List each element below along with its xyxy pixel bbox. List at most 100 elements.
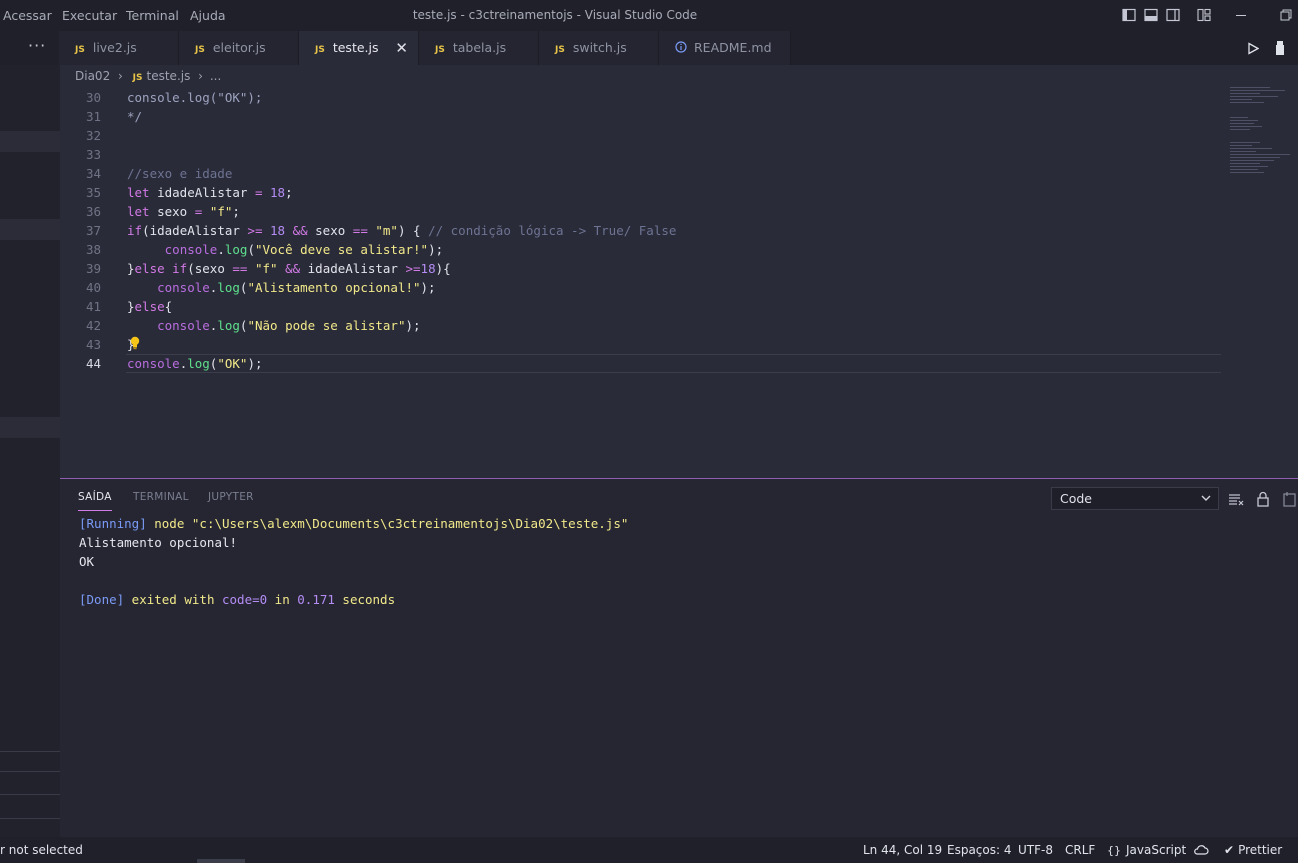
breadcrumb-symbol[interactable]: ... <box>210 69 221 83</box>
toggle-primary-sidebar-icon[interactable] <box>1122 8 1136 22</box>
line-number: 38 <box>85 242 101 257</box>
minimize-icon[interactable] <box>1234 8 1248 22</box>
toggle-secondary-sidebar-icon[interactable] <box>1166 8 1180 22</box>
status-indentation[interactable]: Espaços: 4 <box>947 837 1012 863</box>
toggle-panel-icon[interactable] <box>1144 8 1158 22</box>
output-channel-select[interactable]: Code <box>1051 487 1219 510</box>
minimap-line <box>1230 87 1270 88</box>
breadcrumb-folder[interactable]: Dia02 <box>75 69 110 83</box>
line-number: 34 <box>85 166 101 181</box>
status-cursor-position[interactable]: Ln 44, Col 19 <box>863 837 942 863</box>
code-token: ; <box>285 185 293 200</box>
lightbulb-icon[interactable] <box>129 336 141 350</box>
code-token: console <box>164 242 218 257</box>
line-number: 33 <box>85 147 101 162</box>
tab-tabela[interactable]: JS tabela.js <box>419 31 539 65</box>
minimap-line <box>1230 129 1250 130</box>
restore-icon[interactable] <box>1279 8 1293 22</box>
live-share-icon[interactable] <box>1193 843 1209 857</box>
status-language[interactable]: {} JavaScript <box>1107 837 1186 863</box>
code-line[interactable]: */ <box>127 107 142 126</box>
code-token: sexo <box>157 204 195 219</box>
code-line[interactable]: console.log("OK"); <box>127 354 263 373</box>
js-file-icon: JS <box>195 45 205 55</box>
run-settings-icon[interactable] <box>1274 40 1286 56</box>
horizontal-scrollbar[interactable] <box>197 859 245 863</box>
line-number: 44 <box>85 356 101 371</box>
code-line[interactable]: if(idadeAlistar >= 18 && sexo == "m") { … <box>127 221 676 240</box>
code-token: >= <box>247 223 270 238</box>
run-code-icon[interactable] <box>1247 42 1259 55</box>
code-token: "Não pode se alistar" <box>247 318 406 333</box>
code-line[interactable]: console.log("Você deve se alistar!"); <box>127 240 443 259</box>
code-token: 18 <box>270 185 286 200</box>
prettier-label: Prettier <box>1238 843 1283 857</box>
code-line[interactable]: //sexo e idade <box>127 164 232 183</box>
code-line[interactable]: }else{ <box>127 297 172 316</box>
minimap-line <box>1230 172 1264 173</box>
code-token: } <box>127 299 135 314</box>
chevron-right-icon: › <box>118 69 123 83</box>
sidebar-item[interactable] <box>0 219 60 240</box>
info-icon <box>675 41 687 53</box>
code-line[interactable]: let idadeAlistar = 18; <box>127 183 293 202</box>
code-line[interactable]: console.log("Não pode se alistar"); <box>127 316 420 335</box>
status-eol[interactable]: CRLF <box>1065 837 1095 863</box>
code-token: if <box>127 223 143 238</box>
code-token: else <box>134 299 165 314</box>
code-token: = <box>194 204 210 219</box>
customize-layout-icon[interactable] <box>1197 8 1211 22</box>
code-line[interactable]: console.log("OK"); <box>127 88 262 107</box>
code-token: (idadeAlistar <box>142 223 248 238</box>
tab-jupyter[interactable]: JUPYTER <box>208 491 254 511</box>
code-token: (sexo <box>187 261 233 276</box>
code-line[interactable]: console.log("Alistamento opcional!"); <box>127 278 435 297</box>
code-line[interactable]: let sexo = "f"; <box>127 202 240 221</box>
editor-tab-bar: ··· JS live2.js JS eleitor.js JS teste.js ✕… <box>0 31 1298 65</box>
open-in-editor-icon[interactable] <box>1281 491 1297 507</box>
code-token: 18 <box>270 223 293 238</box>
running-command: node "c:\Users\alexm\Documents\c3ctreina… <box>146 516 629 531</box>
tab-readme[interactable]: README.md <box>659 31 791 65</box>
minimap[interactable] <box>1228 87 1292 177</box>
code-token: console <box>157 318 210 333</box>
lock-icon[interactable] <box>1255 491 1271 507</box>
minimap-line <box>1230 96 1278 97</box>
code-line[interactable]: }else if(sexo == "f" && idadeAlistar >=1… <box>127 259 451 278</box>
tab-eleitor[interactable]: JS eleitor.js <box>179 31 299 65</box>
code-editor[interactable]: 30 31 32 33 34 35 36 37 38 39 40 41 42 4… <box>60 87 1298 478</box>
line-number: 42 <box>85 318 101 333</box>
tab-teste[interactable]: JS teste.js ✕ <box>299 31 419 65</box>
tab-terminal[interactable]: TERMINAL <box>133 491 189 511</box>
sidebar-item[interactable] <box>0 417 60 438</box>
status-encoding[interactable]: UTF-8 <box>1018 837 1053 863</box>
tab-live2[interactable]: JS live2.js <box>59 31 179 65</box>
js-file-icon: JS <box>555 45 565 55</box>
code-token: "f" <box>209 204 233 219</box>
code-token: "OK" <box>217 356 248 371</box>
close-tab-icon[interactable]: ✕ <box>395 31 408 65</box>
code-token: && <box>285 261 308 276</box>
code-token: else if <box>134 261 188 276</box>
code-token: && <box>292 223 316 238</box>
code-token: ; <box>232 204 240 219</box>
tab-output[interactable]: SAÍDA <box>78 491 112 511</box>
code-token: ); <box>247 356 263 371</box>
code-token: sexo <box>315 223 353 238</box>
breadcrumb-file[interactable]: teste.js <box>147 69 191 83</box>
clear-output-icon[interactable] <box>1228 491 1244 507</box>
code-token: >= <box>405 261 421 276</box>
minimap-line <box>1230 157 1280 158</box>
more-tabs-button[interactable]: ··· <box>28 31 46 65</box>
window-title: teste.js - c3ctreinamentojs - Visual Stu… <box>412 8 698 22</box>
line-number: 32 <box>85 128 101 143</box>
status-left[interactable]: r not selected <box>0 837 83 863</box>
line-number: 41 <box>85 299 101 314</box>
tab-switch[interactable]: JS switch.js <box>539 31 659 65</box>
minimap-line <box>1230 117 1248 118</box>
sidebar-item[interactable] <box>0 131 60 152</box>
code-token: idadeAlistar <box>307 261 406 276</box>
status-prettier[interactable]: ✔ Prettier <box>1224 837 1282 863</box>
minimap-line <box>1230 169 1258 170</box>
